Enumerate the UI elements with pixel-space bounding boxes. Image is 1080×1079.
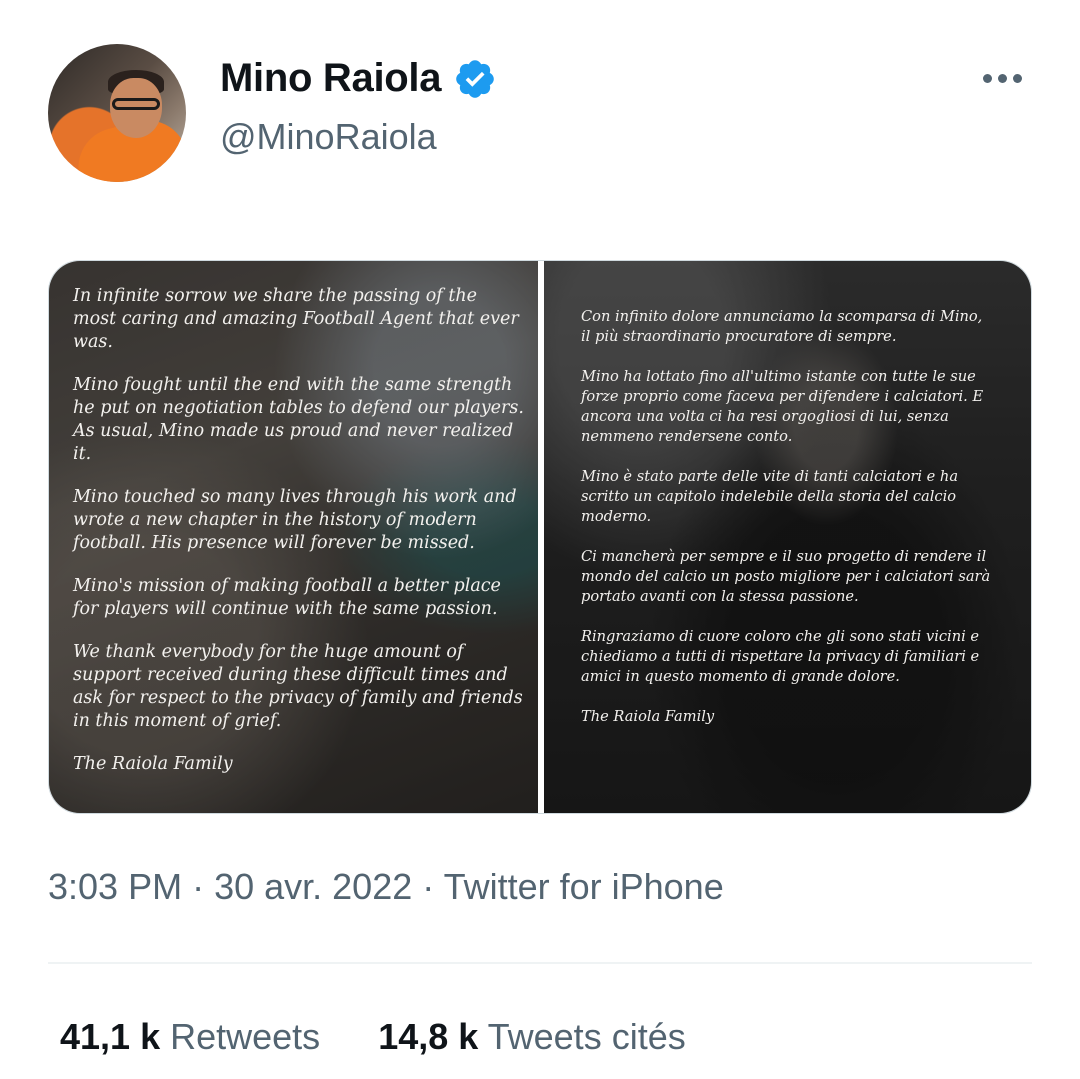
retweets-count: 41,1 k [60, 1016, 161, 1057]
avatar[interactable] [48, 44, 186, 182]
statement-paragraph: Mino's mission of making football a bett… [73, 576, 501, 619]
meta-separator: · [412, 866, 444, 907]
quotes-count: 14,8 k [378, 1016, 479, 1057]
media-image-right[interactable]: Con infinito dolore annunciamo la scompa… [544, 261, 1031, 813]
author-name[interactable]: Mino Raiola [220, 56, 441, 101]
statement-signature: The Raiola Family [73, 754, 233, 774]
verified-badge-icon [456, 59, 494, 98]
tweet-time[interactable]: 3:03 PM [48, 866, 182, 907]
statement-paragraph: Mino fought until the end with the same … [73, 375, 524, 464]
tweet-meta: 3:03 PM · 30 avr. 2022 · Twitter for iPh… [48, 866, 724, 908]
author-handle[interactable]: @MinoRaiola [220, 116, 437, 158]
tweet-date[interactable]: 30 avr. 2022 [214, 866, 412, 907]
retweets-label: Retweets [170, 1016, 321, 1057]
statement-english: In infinite sorrow we share the passing … [73, 285, 524, 796]
statement-paragraph: We thank everybody for the huge amount o… [73, 642, 523, 731]
meta-separator: · [182, 866, 215, 907]
media-image-left[interactable]: In infinite sorrow we share the passing … [49, 261, 538, 813]
statement-paragraph: Ci mancherà per sempre e il suo progetto… [581, 548, 991, 605]
quotes-label: Tweets cités [487, 1016, 686, 1057]
statement-paragraph: Con infinito dolore annunciamo la scompa… [581, 308, 983, 345]
author-name-row: Mino Raiola [220, 56, 497, 101]
tweet-stats: 41,1 k Retweets 14,8 k Tweets cités [60, 1016, 686, 1058]
media-grid: In infinite sorrow we share the passing … [48, 260, 1032, 814]
statement-paragraph: In infinite sorrow we share the passing … [73, 286, 519, 352]
statement-paragraph: Ringraziamo di cuore coloro che gli sono… [581, 628, 980, 685]
statement-paragraph: Mino ha lottato fino all'ultimo istante … [581, 368, 984, 445]
quotes-stat[interactable]: 14,8 k Tweets cités [378, 1016, 686, 1058]
divider [48, 962, 1032, 964]
more-horizontal-icon[interactable] [979, 66, 1026, 91]
statement-italian: Con infinito dolore annunciamo la scompa… [581, 307, 995, 747]
statement-paragraph: Mino touched so many lives through his w… [73, 487, 517, 553]
tweet-detail: Mino Raiola @MinoRaiola In infinite sorr… [0, 0, 1080, 1079]
statement-signature: The Raiola Family [581, 708, 715, 725]
retweets-stat[interactable]: 41,1 k Retweets [60, 1016, 320, 1058]
tweet-source[interactable]: Twitter for iPhone [444, 866, 724, 907]
statement-paragraph: Mino è stato parte delle vite di tanti c… [581, 468, 959, 525]
